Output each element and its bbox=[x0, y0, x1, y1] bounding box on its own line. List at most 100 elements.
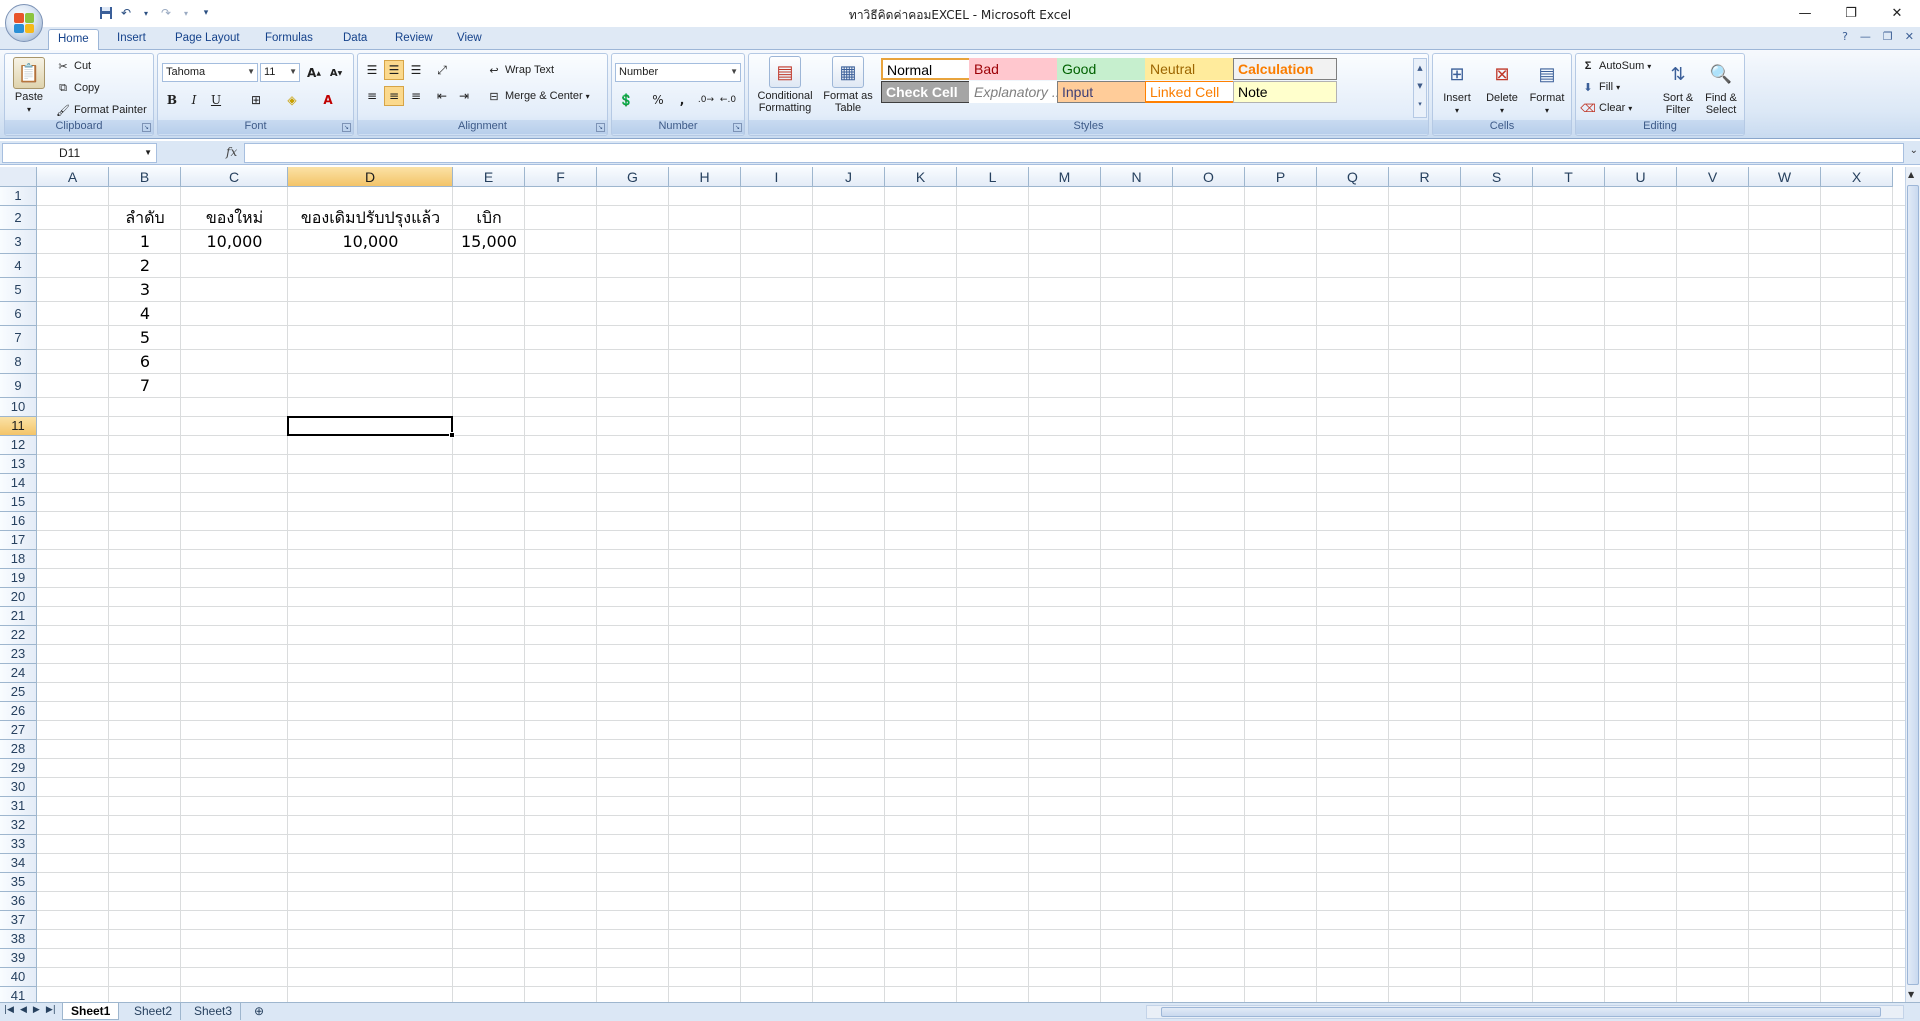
align-center-icon[interactable]: ≡ bbox=[384, 86, 404, 106]
column-header-g[interactable]: G bbox=[597, 167, 669, 187]
minimize-icon[interactable]: — bbox=[1782, 0, 1828, 26]
percent-button[interactable]: % bbox=[648, 90, 668, 110]
select-all-corner[interactable] bbox=[0, 167, 37, 187]
row-header-15[interactable]: 15 bbox=[0, 493, 37, 512]
column-header-c[interactable]: C bbox=[181, 167, 288, 187]
fill-button[interactable]: ⬇ Fill ▾ bbox=[1580, 79, 1620, 95]
insert-cells-button[interactable]: ⊞ Insert ▾ bbox=[1437, 58, 1477, 117]
row-header-37[interactable]: 37 bbox=[0, 911, 37, 930]
worksheet-grid[interactable]: A B C D E F G H I J K L M N O P Q R S T U V W X 1 2 3 4 5 6 7 8 9 10 11 12 1… bbox=[0, 167, 1905, 1002]
cell-style-note[interactable]: Note bbox=[1233, 81, 1337, 103]
row-header-40[interactable]: 40 bbox=[0, 968, 37, 987]
row-header-4[interactable]: 4 bbox=[0, 254, 37, 278]
conditional-formatting-button[interactable]: ▤ Conditional Formatting bbox=[752, 56, 818, 114]
row-header-24[interactable]: 24 bbox=[0, 664, 37, 683]
row-header-30[interactable]: 30 bbox=[0, 778, 37, 797]
cell-e3[interactable]: 15,000 bbox=[453, 230, 525, 254]
row-header-2[interactable]: 2 bbox=[0, 206, 37, 230]
column-header-l[interactable]: L bbox=[957, 167, 1029, 187]
align-left-icon[interactable]: ≡ bbox=[362, 86, 382, 106]
row-header-27[interactable]: 27 bbox=[0, 721, 37, 740]
row-header-28[interactable]: 28 bbox=[0, 740, 37, 759]
row-header-1[interactable]: 1 bbox=[0, 187, 37, 206]
formula-input[interactable] bbox=[244, 143, 1904, 163]
cell-b5[interactable]: 3 bbox=[109, 278, 181, 302]
first-sheet-icon[interactable]: |◀ bbox=[4, 1005, 14, 1015]
column-header-s[interactable]: S bbox=[1461, 167, 1533, 187]
row-header-41[interactable]: 41 bbox=[0, 987, 37, 1002]
row-header-3[interactable]: 3 bbox=[0, 230, 37, 254]
format-painter-button[interactable]: 🖌 Format Painter bbox=[55, 102, 147, 118]
row-header-17[interactable]: 17 bbox=[0, 531, 37, 550]
row-header-33[interactable]: 33 bbox=[0, 835, 37, 854]
row-header-39[interactable]: 39 bbox=[0, 949, 37, 968]
find-select-button[interactable]: 🔍 Find & Select bbox=[1700, 58, 1742, 116]
sheet-tab-sheet3[interactable]: Sheet3 bbox=[186, 1003, 242, 1020]
paste-button[interactable]: 📋 Paste ▾ bbox=[9, 57, 49, 116]
clear-button[interactable]: ⌫ Clear ▾ bbox=[1580, 100, 1632, 116]
row-header-31[interactable]: 31 bbox=[0, 797, 37, 816]
bold-button[interactable]: B bbox=[162, 90, 182, 110]
shrink-font-button[interactable]: A ▼ bbox=[326, 63, 346, 83]
comma-button[interactable]: , bbox=[672, 90, 692, 110]
cell-style-calculation[interactable]: Calculation bbox=[1233, 58, 1337, 80]
decrease-indent-icon[interactable]: ⇤ bbox=[432, 86, 452, 106]
row-header-29[interactable]: 29 bbox=[0, 759, 37, 778]
row-header-11[interactable]: 11 bbox=[0, 417, 37, 436]
align-middle-icon[interactable]: ☰ bbox=[384, 60, 404, 80]
column-header-t[interactable]: T bbox=[1533, 167, 1605, 187]
cell-b7[interactable]: 5 bbox=[109, 326, 181, 350]
column-header-q[interactable]: Q bbox=[1317, 167, 1389, 187]
row-header-19[interactable]: 19 bbox=[0, 569, 37, 588]
column-header-o[interactable]: O bbox=[1173, 167, 1245, 187]
cell-b4[interactable]: 2 bbox=[109, 254, 181, 278]
column-header-k[interactable]: K bbox=[885, 167, 957, 187]
borders-icon[interactable]: ⊞ bbox=[246, 90, 266, 110]
row-header-14[interactable]: 14 bbox=[0, 474, 37, 493]
cell-b6[interactable]: 4 bbox=[109, 302, 181, 326]
increase-decimal-icon[interactable]: .0→ bbox=[696, 90, 716, 110]
row-header-20[interactable]: 20 bbox=[0, 588, 37, 607]
row-header-34[interactable]: 34 bbox=[0, 854, 37, 873]
column-header-v[interactable]: V bbox=[1677, 167, 1749, 187]
tab-home[interactable]: Home bbox=[48, 29, 99, 51]
close-icon[interactable]: ✕ bbox=[1874, 0, 1920, 26]
scroll-down-icon[interactable]: ▼ bbox=[1908, 990, 1914, 999]
cut-button[interactable]: ✂ Cut bbox=[55, 58, 91, 74]
column-header-p[interactable]: P bbox=[1245, 167, 1317, 187]
insert-sheet-icon[interactable]: ⊕ bbox=[246, 1003, 272, 1020]
tab-formulas[interactable]: Formulas bbox=[256, 29, 322, 50]
row-header-22[interactable]: 22 bbox=[0, 626, 37, 645]
column-header-u[interactable]: U bbox=[1605, 167, 1677, 187]
row-header-38[interactable]: 38 bbox=[0, 930, 37, 949]
expand-formula-bar-icon[interactable]: ⌄ bbox=[1910, 145, 1918, 156]
font-color-icon[interactable]: A bbox=[318, 90, 338, 110]
row-header-9[interactable]: 9 bbox=[0, 374, 37, 398]
column-header-x[interactable]: X bbox=[1821, 167, 1893, 187]
copy-button[interactable]: ⧉ Copy bbox=[55, 80, 100, 96]
wrap-text-button[interactable]: ↩ Wrap Text bbox=[486, 62, 554, 78]
number-format-combo[interactable]: Number ▼ bbox=[615, 63, 741, 82]
orientation-icon[interactable]: ⤢ bbox=[432, 60, 452, 80]
vertical-scroll-thumb[interactable] bbox=[1907, 185, 1919, 985]
row-header-23[interactable]: 23 bbox=[0, 645, 37, 664]
name-box[interactable]: D11 ▼ bbox=[2, 143, 157, 163]
clipboard-launcher-icon[interactable]: ↘ bbox=[142, 123, 151, 132]
format-cells-button[interactable]: ▤ Format ▾ bbox=[1525, 58, 1569, 117]
horizontal-scroll-thumb[interactable] bbox=[1161, 1007, 1881, 1017]
sheet-tab-sheet1[interactable]: Sheet1 bbox=[62, 1003, 120, 1020]
tab-insert[interactable]: Insert bbox=[108, 29, 155, 50]
cell-b2[interactable]: ลำดับ bbox=[109, 206, 181, 230]
row-header-7[interactable]: 7 bbox=[0, 326, 37, 350]
grow-font-button[interactable]: A ▲ bbox=[304, 63, 324, 83]
prev-sheet-icon[interactable]: ◀ bbox=[20, 1005, 27, 1015]
workbook-restore-icon[interactable]: ❐ bbox=[1883, 30, 1893, 43]
column-header-h[interactable]: H bbox=[669, 167, 741, 187]
row-header-21[interactable]: 21 bbox=[0, 607, 37, 626]
vertical-scrollbar[interactable]: ▲ ▼ bbox=[1905, 167, 1920, 1002]
styles-scroll[interactable]: ▲ ▼ ▾ bbox=[1413, 58, 1427, 118]
align-top-icon[interactable]: ☰ bbox=[362, 60, 382, 80]
scroll-up-icon[interactable]: ▲ bbox=[1908, 170, 1914, 179]
currency-icon[interactable]: 💲 bbox=[616, 90, 636, 110]
office-button[interactable] bbox=[5, 4, 43, 42]
